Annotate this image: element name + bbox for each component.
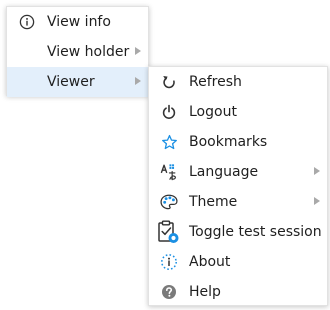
menu-item-view-info[interactable]: View info <box>7 7 148 37</box>
palette-icon <box>160 193 178 211</box>
menu-item-help[interactable]: Help <box>149 277 327 307</box>
menu-item-view-holder[interactable]: View holder <box>7 37 148 67</box>
menu-item-label: View holder <box>47 44 130 60</box>
menu-item-logout[interactable]: Logout <box>149 97 327 127</box>
power-icon <box>160 103 178 121</box>
menu-item-label: Language <box>189 164 259 180</box>
refresh-icon <box>160 73 178 91</box>
menu-item-label: Bookmarks <box>189 134 268 150</box>
clipboard-check-icon <box>157 220 179 244</box>
menu-item-about[interactable]: About <box>149 247 327 277</box>
menu-item-label: Refresh <box>189 74 242 90</box>
menu-item-label: View info <box>47 14 111 30</box>
translate-icon <box>160 163 178 181</box>
star-icon <box>160 133 178 151</box>
menu-item-viewer[interactable]: Viewer <box>7 67 148 97</box>
menu-item-label: Logout <box>189 104 237 120</box>
menu-item-bookmarks[interactable]: Bookmarks <box>149 127 327 157</box>
submenu-arrow-icon <box>135 47 141 55</box>
menu-item-label: Theme <box>189 194 238 210</box>
menu-item-label: Toggle test session <box>189 224 322 240</box>
info-dotted-circle-icon <box>160 253 178 271</box>
info-circle-icon <box>18 13 36 31</box>
viewer-submenu: Refresh Logout Bookmarks Language Theme … <box>148 66 328 306</box>
menu-item-theme[interactable]: Theme <box>149 187 327 217</box>
submenu-arrow-icon <box>314 197 320 205</box>
submenu-arrow-icon <box>314 167 320 175</box>
menu-item-language[interactable]: Language <box>149 157 327 187</box>
menu-item-toggle-test-session[interactable]: Toggle test session <box>149 217 327 247</box>
context-menu: View info View holder Viewer <box>6 6 149 97</box>
help-circle-icon <box>160 283 178 301</box>
menu-item-label: Help <box>189 284 221 300</box>
submenu-arrow-icon <box>135 77 141 85</box>
menu-item-label: Viewer <box>47 74 95 90</box>
menu-item-refresh[interactable]: Refresh <box>149 67 327 97</box>
menu-item-label: About <box>189 254 231 270</box>
